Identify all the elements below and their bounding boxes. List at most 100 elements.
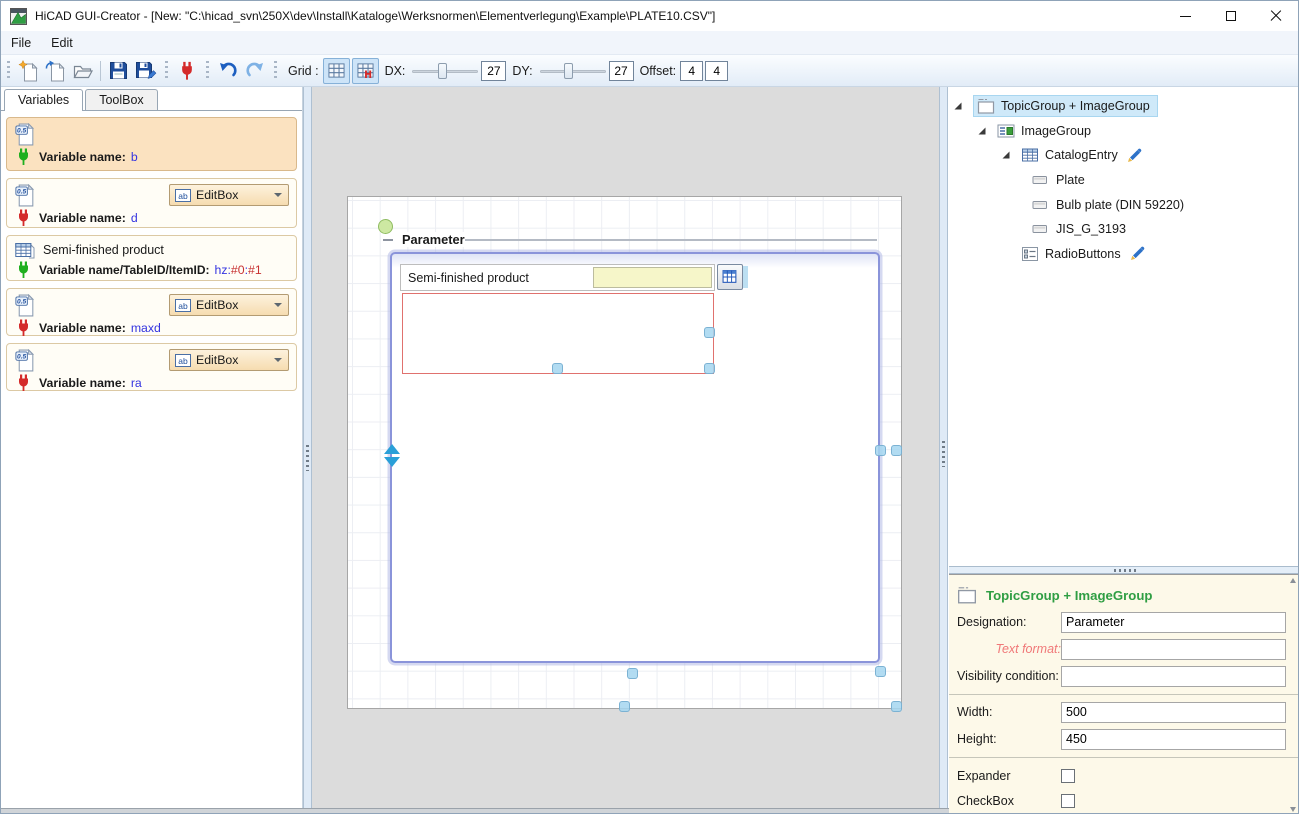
plug-button[interactable] <box>173 58 200 84</box>
tree-row-imagegroup[interactable]: ImageGroup <box>949 119 1299 144</box>
checkbox-checkbox[interactable] <box>1061 794 1075 808</box>
app-logo-icon <box>10 8 27 25</box>
dy-slider[interactable] <box>540 62 606 80</box>
tree-selection[interactable]: TopicGroup + ImageGroup <box>973 95 1158 117</box>
offset-x-input[interactable] <box>680 61 703 81</box>
close-button[interactable] <box>1253 1 1298 31</box>
height-input[interactable] <box>1061 729 1286 750</box>
variable-card-maxd[interactable]: 0.5 ab EditBox Variable nam <box>6 288 297 336</box>
control-type-dropdown[interactable]: ab EditBox <box>169 184 289 206</box>
form-surface[interactable]: Parameter Semi-finished product <box>347 196 902 709</box>
grid-toggle-button[interactable] <box>323 58 350 84</box>
visibility-input[interactable] <box>1061 666 1286 687</box>
form-resize-handle-corner[interactable] <box>891 701 902 712</box>
properties-scrollbar[interactable] <box>1288 576 1297 814</box>
plug-red-icon <box>17 209 30 226</box>
groupbox-title[interactable]: Parameter <box>397 232 470 247</box>
tree-row-bulb-plate[interactable]: Bulb plate (DIN 59220) <box>949 192 1299 217</box>
variable-card-hz[interactable]: Semi-finished product Variable name/Tabl… <box>6 235 297 281</box>
menu-edit[interactable]: Edit <box>41 33 83 53</box>
width-label: Width: <box>957 705 1061 719</box>
dy-input[interactable] <box>609 61 634 81</box>
text-format-row: Text format: <box>949 638 1299 660</box>
group-origin-handle[interactable] <box>378 219 393 234</box>
editbox-ab-icon: ab <box>175 189 191 202</box>
tree-expander-icon[interactable] <box>953 101 973 111</box>
undo-button[interactable] <box>214 58 241 84</box>
app-window: HiCAD GUI-Creator - [New: "C:\hicad_svn\… <box>0 0 1299 814</box>
edit-pencil-icon[interactable] <box>1130 246 1145 261</box>
dx-slider-thumb[interactable] <box>438 63 447 79</box>
catalog-browse-button[interactable] <box>717 264 743 290</box>
catalog-table-icon <box>722 269 738 285</box>
resize-handle-corner[interactable] <box>704 363 715 374</box>
numeric-doc-icon: 0.5 <box>15 349 36 372</box>
dx-slider[interactable] <box>412 62 478 80</box>
expander-checkbox[interactable] <box>1061 769 1075 783</box>
redo-button[interactable] <box>241 58 268 84</box>
offset-y-input[interactable] <box>705 61 728 81</box>
new-from-template-icon <box>45 60 67 82</box>
radio-buttons-placeholder[interactable] <box>402 293 714 374</box>
minimize-button[interactable] <box>1163 1 1208 31</box>
text-format-input[interactable] <box>1061 639 1286 660</box>
maximize-button[interactable] <box>1208 1 1253 31</box>
form-resize-handle-right[interactable] <box>891 445 902 456</box>
catalog-entry-row[interactable]: Semi-finished product <box>400 264 715 291</box>
toolbar-grip[interactable] <box>274 61 277 81</box>
properties-title: TopicGroup + ImageGroup <box>986 588 1152 603</box>
tree-row-catalogentry[interactable]: CatalogEntry <box>949 143 1299 168</box>
new-from-template-button[interactable] <box>42 58 69 84</box>
group-resize-handle-right[interactable] <box>875 445 886 456</box>
save-as-button[interactable] <box>132 58 159 84</box>
width-input[interactable] <box>1061 702 1286 723</box>
catalog-entry-field[interactable] <box>593 267 712 288</box>
numeric-doc-icon: 0.5 <box>15 294 36 317</box>
chevron-down-icon <box>274 303 282 307</box>
design-canvas[interactable]: Parameter Semi-finished product <box>312 87 939 808</box>
save-button[interactable] <box>105 58 132 84</box>
tab-variables[interactable]: Variables <box>4 89 83 111</box>
tree-expander-icon[interactable] <box>977 126 997 136</box>
toolbar-separator <box>100 61 101 81</box>
tree-row-radiobuttons[interactable]: RadioButtons <box>949 242 1299 267</box>
scroll-down-icon[interactable] <box>1290 807 1296 812</box>
toolbar-grip[interactable] <box>206 61 209 81</box>
structure-tree: TopicGroup + ImageGroup ImageGroup <box>949 87 1299 566</box>
toolbar-grip[interactable] <box>7 61 10 81</box>
grid-snap-toggle-button[interactable] <box>352 58 379 84</box>
form-resize-handle-bottom[interactable] <box>619 701 630 712</box>
variable-card-ra[interactable]: 0.5 ab EditBox Variable nam <box>6 343 297 391</box>
group-resize-handle-bottom[interactable] <box>627 668 638 679</box>
new-file-button[interactable] <box>15 58 42 84</box>
move-down-arrow-icon[interactable] <box>384 457 400 467</box>
menu-file[interactable]: File <box>1 33 41 53</box>
checkbox-row: CheckBox <box>949 790 1299 812</box>
right-splitter[interactable] <box>939 87 948 808</box>
toolbar-grip[interactable] <box>165 61 168 81</box>
dy-slider-thumb[interactable] <box>564 63 573 79</box>
resize-handle-bottom[interactable] <box>552 363 563 374</box>
control-type-dropdown[interactable]: ab EditBox <box>169 349 289 371</box>
scroll-up-icon[interactable] <box>1290 578 1296 583</box>
tab-toolbox[interactable]: ToolBox <box>85 89 157 110</box>
resize-handle-right[interactable] <box>704 327 715 338</box>
group-resize-handle-corner[interactable] <box>875 666 886 677</box>
tree-row-plate[interactable]: Plate <box>949 168 1299 193</box>
dx-input[interactable] <box>481 61 506 81</box>
designation-input[interactable] <box>1061 612 1286 633</box>
variable-card-d[interactable]: 0.5 ab EditBox Variable nam <box>6 178 297 228</box>
svg-text:0.5: 0.5 <box>17 128 26 135</box>
tree-row-topicgroup[interactable]: TopicGroup + ImageGroup <box>949 94 1299 119</box>
open-file-button[interactable] <box>69 58 96 84</box>
move-up-arrow-icon[interactable] <box>384 444 400 454</box>
tree-row-jis[interactable]: JIS_G_3193 <box>949 217 1299 242</box>
left-splitter[interactable] <box>303 87 312 808</box>
svg-text:ab: ab <box>178 190 188 200</box>
title-bar: HiCAD GUI-Creator - [New: "C:\hicad_svn\… <box>1 1 1298 31</box>
variable-card-b[interactable]: 0.5 Variable name: b <box>6 117 297 171</box>
control-type-dropdown[interactable]: ab EditBox <box>169 294 289 316</box>
properties-splitter[interactable] <box>949 566 1299 574</box>
tree-expander-icon[interactable] <box>1001 150 1021 160</box>
edit-pencil-icon[interactable] <box>1127 148 1142 163</box>
